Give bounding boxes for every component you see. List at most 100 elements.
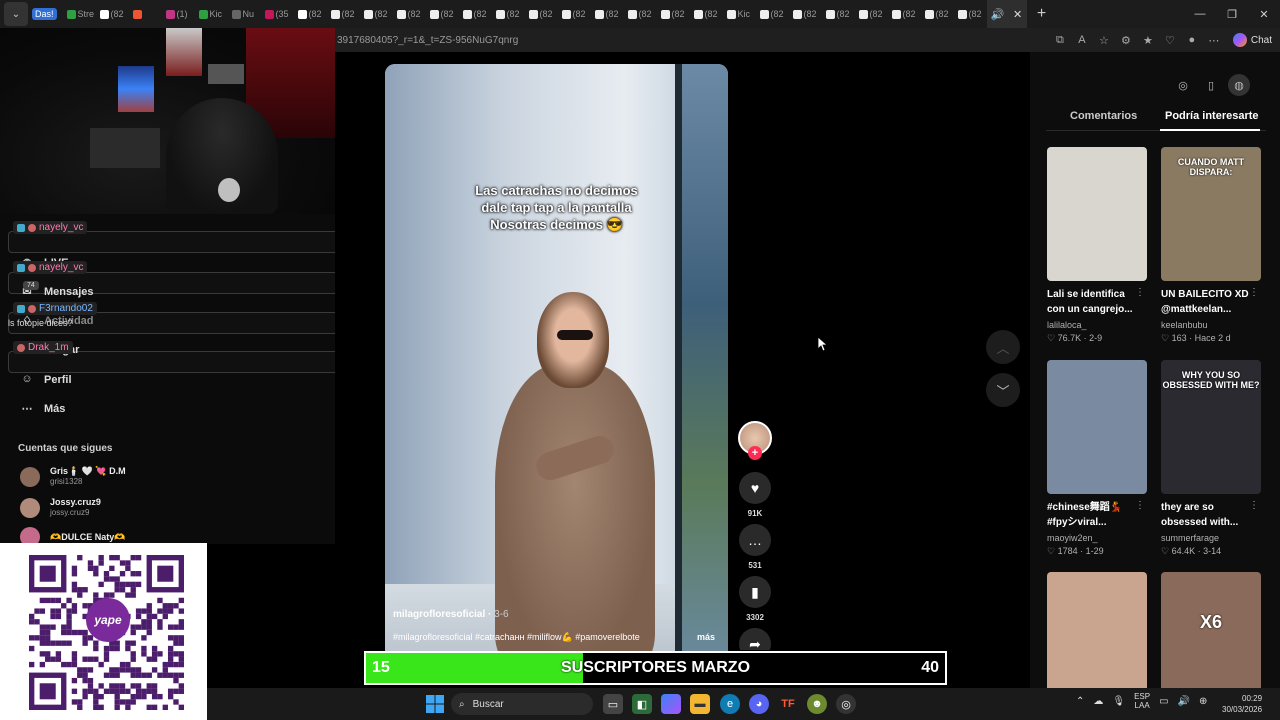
task-view-icon[interactable]: ▭ (603, 694, 623, 714)
video-thumbnail[interactable] (1047, 360, 1147, 494)
tiktok-studio-icon[interactable]: TF (778, 694, 798, 714)
card-menu-icon[interactable]: ⋮ (1135, 500, 1145, 511)
close-icon[interactable]: ✕ (1013, 8, 1022, 21)
live-status-icon[interactable]: ◎ (1172, 74, 1194, 96)
card-title[interactable]: they are so obsessed with... (1161, 500, 1253, 530)
extensions-icon[interactable]: ⚙ (1115, 29, 1137, 51)
discord-icon[interactable]: ◕ (749, 694, 769, 714)
browser-tab[interactable]: (82 (789, 0, 822, 28)
volume-icon[interactable]: 🔊 (1178, 696, 1190, 707)
browser-tab[interactable]: (82 (525, 0, 558, 28)
share-button[interactable]: ➦ (738, 628, 772, 650)
tab-comments[interactable]: Comentarios (1070, 110, 1137, 122)
settings-more-icon[interactable]: ⋯ (1203, 29, 1225, 51)
recommendation-card[interactable]: CUANDO MATT DISPARA: UN BAILECITO XD @mat… (1161, 147, 1261, 344)
browser-tab[interactable]: (82 (426, 0, 459, 28)
input-language[interactable]: ESP LAA (1134, 692, 1150, 710)
card-author[interactable]: keelanbubu (1161, 320, 1261, 330)
file-explorer-icon[interactable]: ▬ (690, 694, 710, 714)
browser-tab[interactable]: (82 (822, 0, 855, 28)
browser-tab[interactable]: (35 (261, 0, 294, 28)
author-name[interactable]: milagrofloresoficial (393, 609, 485, 620)
browser-tab[interactable]: (82 (393, 0, 426, 28)
tab-badge[interactable]: Das! (32, 8, 57, 20)
browser-tab[interactable] (129, 0, 162, 28)
video-player[interactable]: Las catrachas no decimos dale tap tap a … (385, 64, 728, 664)
browser-tab[interactable]: (82 (492, 0, 525, 28)
browser-tab[interactable]: (82 (96, 0, 129, 28)
save-button[interactable]: ▮ 3302 (738, 576, 772, 622)
browser-tab[interactable]: (82 (591, 0, 624, 28)
browser-essentials-icon[interactable]: ♡ (1159, 29, 1181, 51)
open-in-app-icon[interactable]: ⧉ (1049, 29, 1071, 51)
browser-tab[interactable]: (1) (162, 0, 195, 28)
tab-actions-menu[interactable]: ⌄ (4, 2, 28, 26)
card-author[interactable]: maoyiw2en_ (1047, 533, 1147, 543)
card-author[interactable]: lalilaloca_ (1047, 320, 1147, 330)
favorites-icon[interactable]: ★ (1137, 29, 1159, 51)
display-icon[interactable]: ▭ (1159, 696, 1168, 707)
recommendation-card[interactable] (1047, 572, 1147, 706)
profile-avatar-icon[interactable]: ◍ (1228, 74, 1250, 96)
network-icon[interactable]: ⊕ (1199, 696, 1207, 707)
browser-tab[interactable]: (82 (756, 0, 789, 28)
video-hashtags[interactable]: #milagrofloresoficial #catrachaнн #milif… (393, 632, 640, 643)
card-menu-icon[interactable]: ⋮ (1249, 287, 1259, 298)
video-thumbnail[interactable]: WHY YOU SO OBSESSED WITH ME? (1161, 360, 1261, 494)
favorite-star-icon[interactable]: ☆ (1093, 29, 1115, 51)
copilot-chat-button[interactable]: Chat (1225, 33, 1280, 47)
taskbar-search[interactable]: ⌕ Buscar (451, 693, 593, 715)
maximize-icon[interactable]: ❐ (1216, 0, 1248, 28)
browser-tab[interactable]: (82 (459, 0, 492, 28)
profile-avatar-icon[interactable]: ● (1181, 29, 1203, 51)
card-title[interactable]: #chinese舞蹈💃 #fpyシviral... (1047, 500, 1139, 530)
clock[interactable]: 00:29 30/03/2026 (1222, 693, 1262, 715)
cloud-icon[interactable]: ☁ (1093, 696, 1103, 707)
windows-start-icon[interactable] (425, 694, 445, 714)
browser-tab[interactable]: (82 (657, 0, 690, 28)
video-author[interactable]: milagrofloresoficial · 3-6 (393, 609, 509, 620)
microphone-icon[interactable]: 🎙 (1112, 696, 1125, 707)
follow-plus-icon[interactable]: + (748, 446, 762, 460)
like-button[interactable]: ♥ 91K (738, 472, 772, 518)
close-window-icon[interactable]: ✕ (1248, 0, 1280, 28)
recommendation-card[interactable]: X6 (1161, 572, 1261, 706)
edge-icon[interactable]: e (720, 694, 740, 714)
url-field[interactable]: 3917680405?_r=1&_t=ZS-956NuG7qnrg (335, 35, 1049, 46)
card-author[interactable]: summerfarage (1161, 533, 1261, 543)
new-tab-icon[interactable]: + (1027, 5, 1057, 23)
browser-tab[interactable]: (82 (954, 0, 987, 28)
following-item[interactable]: Jossy.cruz9 jossy.cruz9 (20, 497, 101, 518)
translate-icon[interactable]: A (1071, 29, 1093, 51)
browser-tab[interactable]: (82 (327, 0, 360, 28)
mobile-icon[interactable]: ▯ (1200, 74, 1222, 96)
video-thumbnail[interactable] (1047, 147, 1147, 281)
video-thumbnail[interactable]: CUANDO MATT DISPARA: (1161, 147, 1261, 281)
tab-suggested[interactable]: Podría interesarte (1165, 110, 1259, 122)
card-menu-icon[interactable]: ⋮ (1135, 287, 1145, 298)
browser-tab[interactable]: Nu (228, 0, 261, 28)
speaker-icon[interactable]: 🔊 (991, 8, 1005, 21)
browser-tab[interactable]: Kic (723, 0, 756, 28)
browser-tab[interactable]: (82 (855, 0, 888, 28)
store-icon[interactable]: ◧ (632, 694, 652, 714)
more-link[interactable]: más (697, 632, 715, 642)
nav-item-more[interactable]: ⋯ Más (20, 402, 66, 416)
video-thumbnail[interactable] (1047, 572, 1147, 706)
video-thumbnail[interactable]: X6 (1161, 572, 1261, 706)
previous-video-button[interactable]: ︿ (986, 330, 1020, 364)
browser-tab[interactable]: Stre (63, 0, 96, 28)
recommendation-card[interactable]: #chinese舞蹈💃 #fpyシviral... ⋮ maoyiw2en_ ♡ 17… (1047, 360, 1147, 557)
browser-tab[interactable]: Kic (195, 0, 228, 28)
browser-tab[interactable]: (82 (888, 0, 921, 28)
app-icon[interactable]: ☻ (807, 694, 827, 714)
recommendation-card[interactable]: WHY YOU SO OBSESSED WITH ME? they are so … (1161, 360, 1261, 557)
browser-tab[interactable]: (82 (624, 0, 657, 28)
obs-icon[interactable]: ◎ (836, 694, 856, 714)
card-title[interactable]: Lali se identifica con un cangrejo... (1047, 287, 1139, 317)
browser-tab[interactable]: (82 (921, 0, 954, 28)
minimize-icon[interactable]: — (1184, 0, 1216, 28)
active-tab[interactable]: 🔊 ✕ (986, 0, 1027, 28)
next-video-button[interactable]: ﹀ (986, 373, 1020, 407)
browser-tab[interactable]: (82 (294, 0, 327, 28)
